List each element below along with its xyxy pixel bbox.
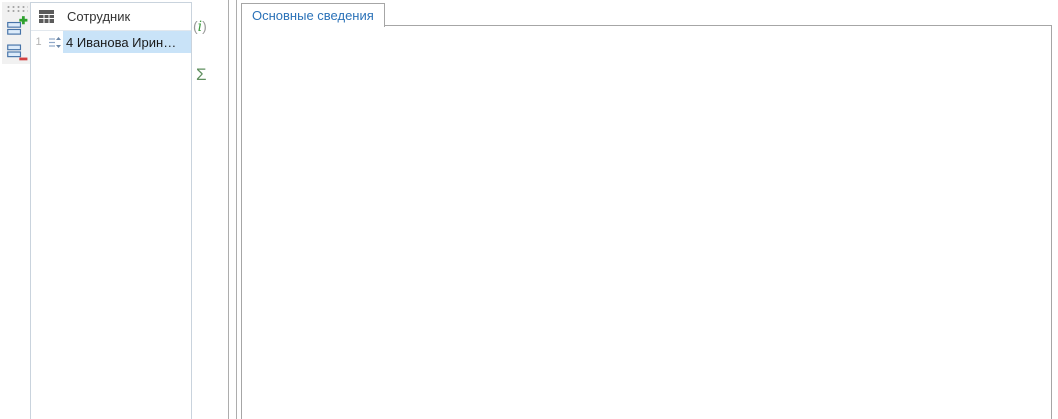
- employee-table-header[interactable]: Сотрудник: [31, 3, 191, 31]
- selected-employee-cell[interactable]: 4 Иванова Ирин…: [63, 31, 191, 53]
- delete-row-button[interactable]: [5, 40, 29, 64]
- toolbar-grip[interactable]: [6, 5, 28, 12]
- row-sort-icon: [46, 31, 63, 53]
- add-row-button[interactable]: [5, 14, 29, 38]
- add-row-icon: [7, 16, 28, 35]
- info-button[interactable]: (i): [193, 18, 207, 35]
- sigma-icon: Σ: [196, 65, 207, 84]
- totals-button[interactable]: Σ: [196, 65, 207, 85]
- list-toolbar: [2, 2, 31, 64]
- employee-column-title: Сотрудник: [67, 9, 131, 24]
- panel-splitter[interactable]: [228, 0, 229, 419]
- delete-row-icon: [7, 44, 28, 61]
- table-row[interactable]: 1 4 Иванова Ирин…: [31, 31, 191, 53]
- tab-main-info[interactable]: Основные сведения: [241, 3, 385, 27]
- panel-splitter[interactable]: [236, 0, 237, 419]
- app-window: Сотрудник 1 4 Иванова Ирин… (i) Σ Основн…: [0, 0, 1058, 419]
- employee-table: Сотрудник 1 4 Иванова Ирин…: [30, 2, 192, 419]
- row-number: 1: [35, 36, 42, 48]
- form-page: [241, 25, 1052, 419]
- table-grid-icon: [39, 10, 54, 23]
- info-icon: ): [202, 18, 207, 34]
